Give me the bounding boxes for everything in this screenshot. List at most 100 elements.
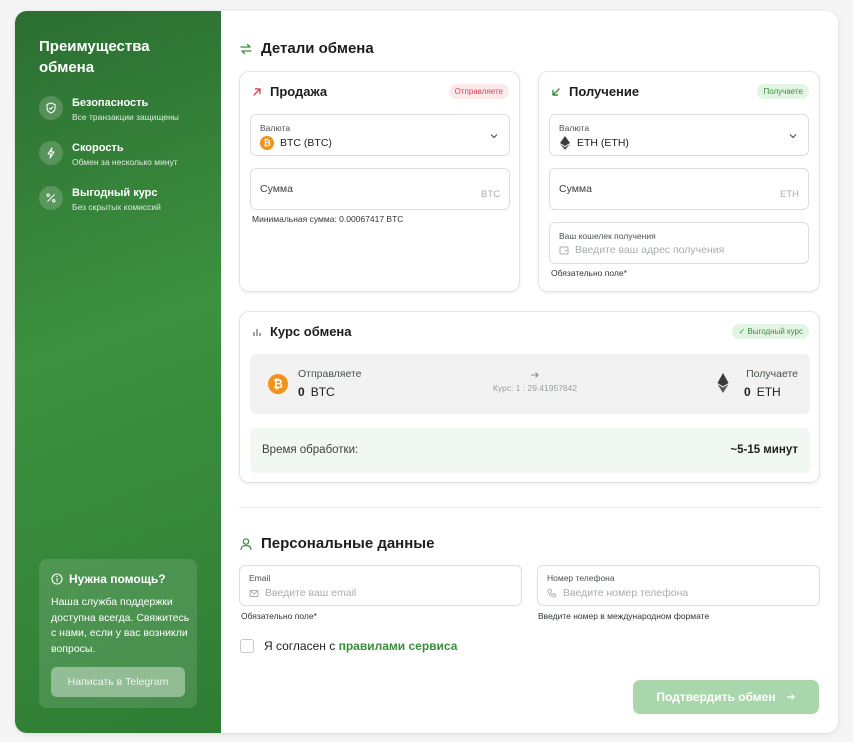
send-amount-value: 0: [298, 385, 305, 399]
bar-chart-icon: [253, 328, 261, 336]
receive-currency-select[interactable]: Валюта ETH (ETH): [549, 114, 809, 156]
min-amount-note: Минимальная сумма: 0.00067417 BTC: [252, 214, 404, 224]
help-title: Нужна помощь?: [51, 572, 166, 586]
currency-value-text: ETH (ETH): [577, 137, 629, 149]
help-title-text: Нужна помощь?: [69, 572, 166, 586]
amount-unit: ETH: [780, 189, 799, 200]
currency-value: ₿ BTC (BTC): [260, 136, 332, 150]
email-label: Email: [249, 573, 271, 583]
sell-title-text: Продажа: [270, 84, 328, 99]
confirm-exchange-button[interactable]: Подтвердить обмен: [633, 680, 819, 714]
email-placeholder: Введите ваш email: [249, 587, 356, 599]
email-placeholder-text: Введите ваш email: [265, 587, 357, 599]
processing-time: Время обработки: ~5-15 минут: [250, 428, 810, 473]
receive-card: Получение Получаете Валюта ETH (ETH) Сум…: [538, 71, 820, 292]
email-field[interactable]: Email Введите ваш email: [239, 565, 522, 606]
chevron-down-icon: [490, 134, 498, 139]
currency-label: Валюта: [260, 123, 291, 133]
feature-security: Безопасность Все транзакции защищены: [39, 96, 214, 126]
feature-title: Безопасность: [72, 97, 149, 109]
good-rate-badge: ✓ Выгодный курс: [732, 324, 809, 339]
receive-title-text: Получение: [569, 84, 640, 99]
main-content: Детали обмена Продажа Отправляете Валюта…: [221, 11, 838, 733]
help-box: Нужна помощь? Наша служба поддержки дост…: [39, 559, 197, 708]
receive-amount: 0 ETH: [744, 385, 781, 399]
agree-prefix: Я согласен с: [264, 639, 339, 653]
ethereum-icon: [717, 373, 729, 393]
chevron-down-icon: [789, 134, 797, 139]
sell-card: Продажа Отправляете Валюта ₿ BTC (BTC) С…: [239, 71, 520, 292]
personal-data-title: Персональные данные: [239, 535, 434, 552]
feature-title: Выгодный курс: [72, 187, 158, 199]
feature-desc: Без скрытых комиссий: [72, 202, 161, 212]
arrow-right-icon: [786, 694, 795, 700]
info-icon: [51, 573, 63, 585]
bitcoin-icon: ₿: [268, 374, 288, 394]
feature-rate: Выгодный курс Без скрытых комиссий: [39, 186, 214, 216]
time-label: Время обработки:: [262, 444, 359, 456]
receive-label: Получаете: [746, 368, 798, 380]
terms-link[interactable]: правилами сервиса: [339, 639, 458, 653]
sidebar: Преимущества обмена Безопасность Все тра…: [15, 11, 221, 733]
exchange-details-title: Детали обмена: [239, 40, 374, 57]
phone-format-note: Введите номер в международном формате: [538, 611, 710, 621]
agree-checkbox[interactable]: [240, 639, 254, 653]
mail-icon: [249, 590, 259, 597]
currency-label: Валюта: [559, 123, 590, 133]
wallet-label: Ваш кошелек получения: [559, 231, 656, 241]
arrow-down-left-icon: [552, 87, 560, 96]
phone-field[interactable]: Номер телефона Введите номер телефона: [537, 565, 820, 606]
sell-card-title: Продажа: [252, 84, 327, 99]
wallet-icon: [559, 246, 569, 255]
send-amount-unit: BTC: [310, 385, 335, 399]
send-label: Отправляете: [298, 368, 362, 380]
send-amount: 0 BTC: [298, 385, 335, 399]
personal-data-text: Персональные данные: [261, 535, 435, 552]
sell-currency-select[interactable]: Валюта ₿ BTC (BTC): [250, 114, 510, 156]
phone-placeholder-text: Введите номер телефона: [563, 587, 689, 599]
rate-card: Курс обмена ✓ Выгодный курс ₿ Отправляет…: [239, 311, 820, 483]
percent-icon: [39, 186, 63, 210]
bitcoin-icon: ₿: [260, 136, 274, 150]
wallet-required-note: Обязательно поле*: [551, 268, 627, 278]
agree-label: Я согласен с правилами сервиса: [264, 639, 457, 653]
feature-speed: Скорость Обмен за несколько минут: [39, 141, 214, 171]
telegram-button[interactable]: Написать в Telegram: [51, 667, 185, 697]
confirm-button-label: Подтвердить обмен: [656, 690, 776, 704]
receive-amount-value: 0: [744, 385, 751, 399]
amount-unit: BTC: [481, 189, 500, 200]
receive-amount-unit: ETH: [756, 385, 781, 399]
rate-title-text: Курс обмена: [270, 324, 352, 339]
send-badge: Отправляете: [448, 84, 509, 99]
amount-label: Сумма: [559, 183, 592, 195]
section-divider: [239, 507, 820, 508]
receive-badge: Получаете: [757, 84, 809, 99]
phone-label: Номер телефона: [547, 573, 615, 583]
exchange-details-text: Детали обмена: [261, 40, 374, 57]
arrow-right-icon: [531, 372, 539, 378]
receive-amount-input[interactable]: Сумма ETH: [549, 168, 809, 210]
rate-card-title: Курс обмена: [252, 324, 352, 339]
sidebar-title: Преимущества обмена: [39, 38, 150, 76]
feature-desc: Обмен за несколько минут: [72, 157, 178, 167]
wallet-placeholder: Введите ваш адрес получения: [559, 244, 724, 256]
user-icon: [240, 537, 252, 550]
arrow-up-right-icon: [253, 87, 261, 96]
shield-icon: [39, 96, 63, 120]
rate-summary: ₿ Отправляете 0 BTC Курс: 1 : 29.41957642…: [250, 354, 810, 414]
email-required-note: Обязательно поле*: [241, 611, 317, 621]
rate-text: Курс: 1 : 29.41957642: [492, 383, 578, 393]
wallet-address-input[interactable]: Ваш кошелек получения Введите ваш адрес …: [549, 222, 809, 264]
ethereum-icon: [560, 136, 570, 150]
lightning-icon: [39, 141, 63, 165]
exchange-window: Преимущества обмена Безопасность Все тра…: [15, 11, 838, 733]
help-text: Наша служба поддержки доступна всегда. С…: [51, 596, 190, 655]
currency-value: ETH (ETH): [559, 136, 629, 150]
phone-placeholder: Введите номер телефона: [547, 587, 688, 599]
swap-icon: [240, 43, 252, 54]
sell-amount-input[interactable]: Сумма BTC: [250, 168, 510, 210]
feature-title: Скорость: [72, 142, 124, 154]
amount-label: Сумма: [260, 183, 293, 195]
receive-card-title: Получение: [551, 84, 639, 99]
currency-value-text: BTC (BTC): [280, 137, 332, 149]
